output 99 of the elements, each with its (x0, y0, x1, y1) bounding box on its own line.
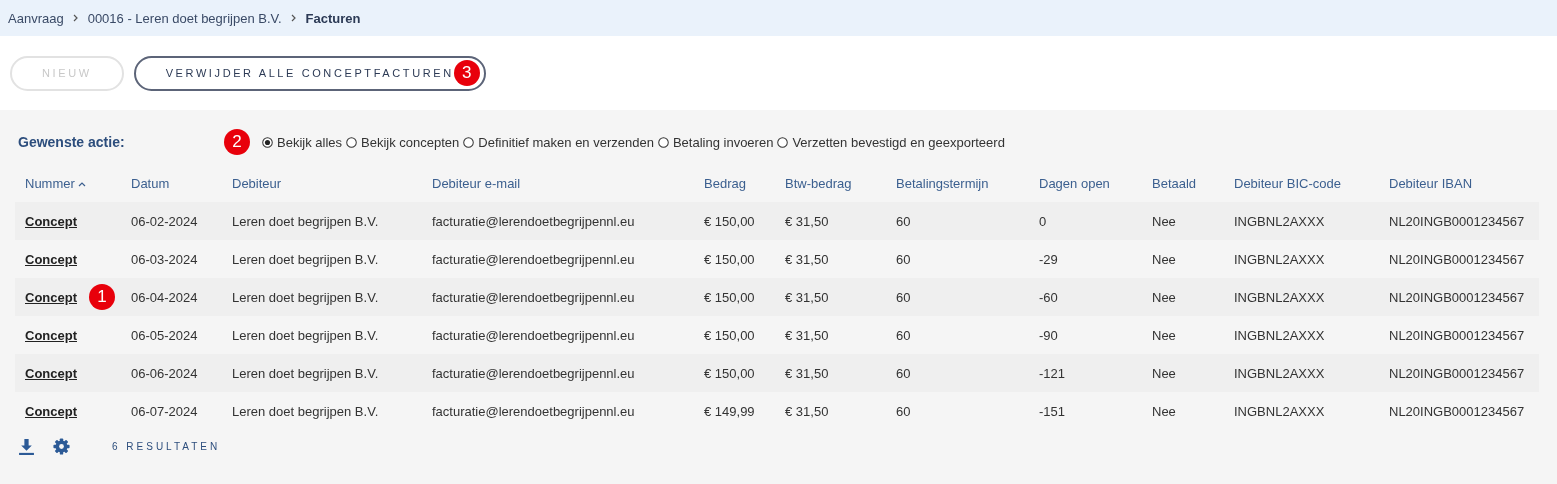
table-cell: Nee (1152, 289, 1176, 305)
table-cell: -151 (1039, 403, 1066, 419)
table-cell: Leren doet begrijpen B.V. (232, 327, 379, 343)
column-header[interactable]: Datum (131, 175, 170, 191)
radio-button[interactable] (777, 136, 789, 148)
radio-button[interactable] (463, 136, 475, 148)
action-button[interactable]: VERWIJDER ALLE CONCEPTFACTUREN 3 (133, 55, 486, 91)
table-cell: Leren doet begrijpen B.V. (232, 251, 379, 267)
table-cell: 60 (896, 289, 911, 305)
column-header[interactable]: Betaald (1152, 175, 1197, 191)
invoice-link[interactable]: Concept (25, 327, 77, 343)
download-icon[interactable] (18, 438, 35, 455)
table-cell: 0 (1039, 213, 1047, 229)
table-cell: 06-05-2024 (131, 327, 198, 343)
radio-button[interactable] (657, 136, 669, 148)
settings-icon[interactable] (53, 438, 70, 455)
table-cell: 06-04-2024 (131, 289, 198, 305)
table-cell: INGBNL2AXXX (1234, 289, 1325, 305)
chevron-icon (71, 14, 80, 22)
chevron-icon (289, 14, 298, 22)
column-header[interactable]: Debiteur (232, 175, 282, 191)
column-header[interactable]: Dagen open (1039, 175, 1110, 191)
table-cell: NL20INGB0001234567 (1389, 403, 1525, 419)
radio-label[interactable]: Definitief maken en verzenden (478, 134, 654, 150)
breadcrumb-item[interactable]: 00016 - Leren doet begrijpen B.V. (87, 10, 282, 26)
table-cell: INGBNL2AXXX (1234, 327, 1325, 343)
table-cell: 06-03-2024 (131, 251, 198, 267)
table-cell: -60 (1039, 289, 1058, 305)
table-cell: € 31,50 (785, 251, 829, 267)
table-cell: Nee (1152, 251, 1176, 267)
table-cell: € 31,50 (785, 213, 829, 229)
breadcrumb-item[interactable]: Aanvraag (8, 10, 64, 26)
table-cell: 06-02-2024 (131, 213, 198, 229)
table-cell: 06-06-2024 (131, 365, 198, 381)
table-cell: Nee (1152, 327, 1176, 343)
table-cell: NL20INGB0001234567 (1389, 289, 1525, 305)
table-cell: facturatie@lerendoetbegrijpennl.eu (432, 289, 635, 305)
table-cell: facturatie@lerendoetbegrijpennl.eu (432, 213, 635, 229)
table-cell: -121 (1039, 365, 1066, 381)
table-cell: 60 (896, 403, 911, 419)
radio-button[interactable] (346, 136, 358, 148)
column-header[interactable]: Bedrag (704, 175, 746, 191)
table-cell: -90 (1039, 327, 1058, 343)
radio-label[interactable]: Bekijk concepten (361, 134, 460, 150)
invoice-link[interactable]: Concept (25, 289, 77, 305)
table-cell: NL20INGB0001234567 (1389, 327, 1525, 343)
radio-label[interactable]: Betaling invoeren (672, 134, 774, 150)
table-cell: 60 (896, 327, 911, 343)
table-cell: Nee (1152, 365, 1176, 381)
table-cell: NL20INGB0001234567 (1389, 365, 1525, 381)
callout-badge: 2 (224, 129, 250, 155)
callout-badge: 1 (89, 284, 115, 310)
radio-button[interactable] (262, 136, 273, 148)
table-cell: INGBNL2AXXX (1234, 251, 1325, 267)
table-cell: facturatie@lerendoetbegrijpennl.eu (432, 327, 635, 343)
table-cell: -29 (1039, 251, 1058, 267)
table-cell: € 150,00 (704, 365, 755, 381)
table-cell: € 31,50 (785, 365, 829, 381)
sort-caret-icon[interactable] (77, 181, 86, 188)
radio-label[interactable]: Bekijk alles (277, 134, 343, 150)
action-label: Gewenste actie: (18, 134, 126, 150)
table-cell: facturatie@lerendoetbegrijpennl.eu (432, 365, 635, 381)
table-cell: 60 (896, 251, 911, 267)
column-header[interactable]: Debiteur IBAN (1389, 175, 1473, 191)
column-header[interactable]: Debiteur e-mail (432, 175, 521, 191)
callout-badge: 3 (453, 59, 480, 86)
table-cell: € 150,00 (704, 327, 755, 343)
table-cell: facturatie@lerendoetbegrijpennl.eu (432, 403, 635, 419)
table-cell: 60 (896, 213, 911, 229)
table-cell: 06-07-2024 (131, 403, 198, 419)
invoice-link[interactable]: Concept (25, 251, 77, 267)
table-cell: facturatie@lerendoetbegrijpennl.eu (432, 251, 635, 267)
results-count: 6 RESULTATEN (112, 441, 221, 452)
radio-label[interactable]: Verzetten bevestigd en geexporteerd (792, 134, 1005, 150)
column-header[interactable]: Btw-bedrag (785, 175, 852, 191)
column-header[interactable]: Betalingstermijn (896, 175, 989, 191)
table-cell: Leren doet begrijpen B.V. (232, 403, 379, 419)
table-cell: € 150,00 (704, 289, 755, 305)
table-cell: € 150,00 (704, 213, 755, 229)
table-cell: 60 (896, 365, 911, 381)
table-cell: € 149,99 (704, 403, 755, 419)
table-cell: € 31,50 (785, 403, 829, 419)
column-header[interactable]: Nummer (25, 175, 75, 191)
table-cell: € 31,50 (785, 327, 829, 343)
table-cell: Leren doet begrijpen B.V. (232, 213, 379, 229)
column-header[interactable]: Debiteur BIC-code (1234, 175, 1341, 191)
table-cell: Leren doet begrijpen B.V. (232, 289, 379, 305)
invoice-link[interactable]: Concept (25, 403, 77, 419)
table-cell: Nee (1152, 213, 1176, 229)
table-cell: INGBNL2AXXX (1234, 365, 1325, 381)
table-cell: Nee (1152, 403, 1176, 419)
breadcrumb-item: Facturen (305, 10, 361, 26)
table-cell: € 31,50 (785, 289, 829, 305)
table-cell: Leren doet begrijpen B.V. (232, 365, 379, 381)
table-cell: NL20INGB0001234567 (1389, 213, 1525, 229)
table-cell: € 150,00 (704, 251, 755, 267)
table-cell: INGBNL2AXXX (1234, 213, 1325, 229)
table-cell: NL20INGB0001234567 (1389, 251, 1525, 267)
table-cell: INGBNL2AXXX (1234, 403, 1325, 419)
